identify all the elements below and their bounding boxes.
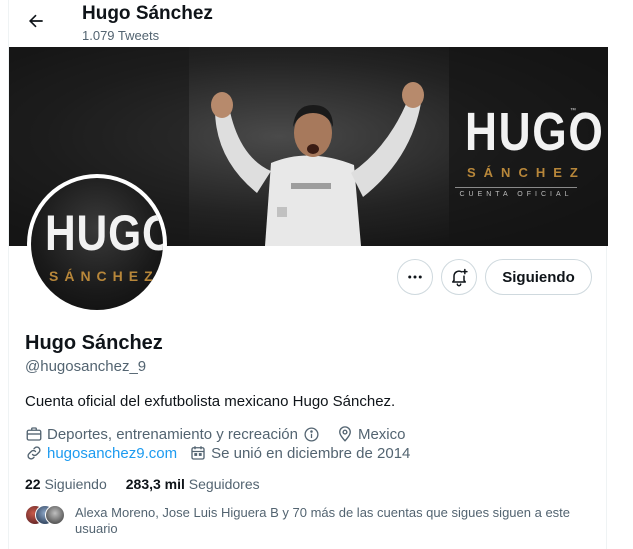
follow-stats: 22 Siguiendo 283,3 mil Seguidores — [25, 476, 279, 492]
back-button[interactable] — [23, 8, 49, 34]
banner-tagline: CUENTA OFICIAL — [459, 191, 573, 198]
avatar-logo-subtitle: SÁNCHEZ — [49, 268, 159, 284]
calendar-icon — [191, 446, 205, 460]
arrow-left-icon — [28, 14, 43, 28]
category-text: Deportes, entrenamiento y recreación — [47, 425, 298, 443]
following-count: 22 — [25, 476, 41, 492]
info-circle-icon[interactable] — [303, 426, 324, 443]
profile-column: Hugo Sánchez 1.079 Tweets HUGO ™ SÁNCHEZ… — [8, 0, 608, 549]
banner-divider — [455, 187, 577, 188]
more-dots-icon — [408, 275, 422, 279]
briefcase-icon — [26, 427, 42, 441]
notifications-button[interactable] — [441, 259, 477, 295]
header-tweet-count: 1.079 Tweets — [82, 28, 160, 43]
followers-label: Seguidores — [188, 476, 260, 492]
joined-text: Se unió en diciembre de 2014 — [211, 444, 411, 462]
category-item: Deportes, entrenamiento y recreación — [25, 425, 324, 443]
banner-logo-subtitle: SÁNCHEZ — [467, 165, 586, 180]
website-link[interactable]: hugosanchez9.com — [47, 445, 177, 462]
top-bar: Hugo Sánchez 1.079 Tweets — [9, 0, 608, 47]
location-item: Mexico — [336, 425, 406, 443]
profile-bio: Cuenta oficial del exfutbolista mexicano… — [25, 393, 396, 410]
followers-you-know-text: Alexa Moreno, Jose Luis Higuera B y 70 m… — [75, 505, 571, 536]
mutual-avatar — [45, 505, 65, 525]
followers-stat[interactable]: 283,3 mil Seguidores — [126, 476, 260, 492]
followers-you-know[interactable]: Alexa Moreno, Jose Luis Higuera B y 70 m… — [25, 505, 595, 545]
followers-count: 283,3 mil — [125, 476, 185, 492]
banner-trademark: ™ — [570, 108, 576, 114]
profile-meta-row: Deportes, entrenamiento y recreación Mex… — [25, 424, 417, 444]
banner-logo: HUGO — [465, 102, 605, 162]
joined-item: Se unió en diciembre de 2014 — [189, 444, 410, 462]
bell-plus-icon — [452, 268, 468, 287]
avatar-image: HUGO SÁNCHEZ — [31, 178, 163, 310]
profile-name: Hugo Sánchez — [25, 332, 163, 354]
link-icon — [27, 446, 41, 460]
website-item: hugosanchez9.com — [25, 444, 177, 462]
profile-meta-row-2: hugosanchez9.com Se unió en diciembre de… — [25, 443, 422, 463]
location-pin-icon — [339, 426, 351, 442]
avatar[interactable]: HUGO SÁNCHEZ — [27, 174, 167, 314]
following-label: Siguiendo — [44, 476, 107, 492]
following-stat[interactable]: 22 Siguiendo — [25, 476, 107, 492]
mutual-avatars — [25, 505, 71, 525]
following-button[interactable]: Siguiendo — [485, 259, 592, 295]
profile-handle: @hugosanchez_9 — [25, 358, 147, 375]
avatar-logo: HUGO — [45, 205, 163, 261]
location-text: Mexico — [357, 425, 406, 443]
more-options-button[interactable] — [397, 259, 433, 295]
header-name: Hugo Sánchez — [82, 3, 213, 24]
